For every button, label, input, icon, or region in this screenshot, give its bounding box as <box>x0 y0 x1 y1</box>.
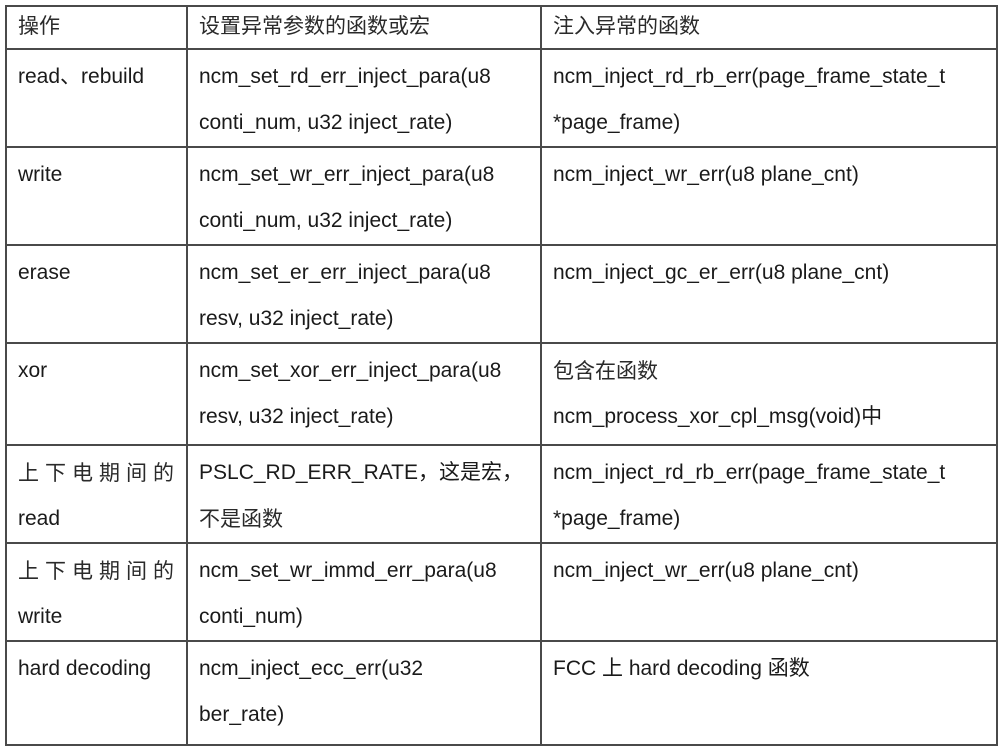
cell-text: conti_num, u32 inject_rate) <box>199 209 453 232</box>
cell-text: ber_rate) <box>199 703 285 726</box>
cell-set-param: ncm_set_xor_err_inject_para(u8 resv, u32… <box>186 342 542 446</box>
cell-text: 不是函数 <box>199 507 283 531</box>
table-row: 上下电期间的 write ncm_set_wr_immd_err_para(u8… <box>5 542 998 642</box>
cell-inject: ncm_inject_wr_err(u8 plane_cnt) <box>540 542 998 642</box>
header-text: 注入异常的函数 <box>553 14 700 38</box>
cell-text: ncm_set_er_err_inject_para(u8 <box>199 261 491 284</box>
cell-text: 包含在函数 <box>553 359 658 383</box>
header-text: 设置异常参数的函数或宏 <box>199 14 430 38</box>
cell-text: ncm_process_xor_cpl_msg(void)中 <box>553 405 883 428</box>
cell-text: ncm_inject_rd_rb_err(page_frame_state_t <box>553 65 946 88</box>
cell-operation: read、rebuild <box>5 48 188 148</box>
cell-text: read、rebuild <box>18 65 145 88</box>
cell-text: write <box>18 605 63 628</box>
cell-inject: ncm_inject_rd_rb_err(page_frame_state_t … <box>540 48 998 148</box>
cell-text: conti_num) <box>199 605 303 628</box>
cell-operation: hard decoding <box>5 640 188 746</box>
cell-text: ncm_set_xor_err_inject_para(u8 <box>199 359 502 382</box>
cell-text: write <box>18 163 63 186</box>
cell-inject: FCC 上 hard decoding 函数 <box>540 640 998 746</box>
cell-text: ncm_set_wr_err_inject_para(u8 <box>199 163 495 186</box>
cell-set-param: ncm_inject_ecc_err(u32 ber_rate) <box>186 640 542 746</box>
cell-text: *page_frame) <box>553 507 681 530</box>
cell-text: resv, u32 inject_rate) <box>199 307 394 330</box>
cell-text: resv, u32 inject_rate) <box>199 405 394 428</box>
cell-operation: write <box>5 146 188 246</box>
cell-inject: ncm_inject_wr_err(u8 plane_cnt) <box>540 146 998 246</box>
cell-inject: ncm_inject_rd_rb_err(page_frame_state_t … <box>540 444 998 544</box>
cell-text: ncm_inject_wr_err(u8 plane_cnt) <box>553 559 859 582</box>
cell-text: 上下电期间的 <box>18 559 180 583</box>
cell-text: ncm_set_wr_immd_err_para(u8 <box>199 559 497 582</box>
table-row: hard decoding ncm_inject_ecc_err(u32 ber… <box>5 640 998 746</box>
cell-set-param: ncm_set_wr_err_inject_para(u8 conti_num,… <box>186 146 542 246</box>
header-cell-inject: 注入异常的函数 <box>540 5 998 50</box>
cell-set-param: ncm_set_wr_immd_err_para(u8 conti_num) <box>186 542 542 642</box>
cell-text: ncm_inject_wr_err(u8 plane_cnt) <box>553 163 859 186</box>
cell-text: PSLC_RD_ERR_RATE，这是宏， <box>199 461 524 484</box>
cell-text: xor <box>18 359 48 382</box>
cell-set-param: PSLC_RD_ERR_RATE，这是宏， 不是函数 <box>186 444 542 544</box>
header-text: 操作 <box>18 14 60 38</box>
cell-text: ncm_inject_gc_er_err(u8 plane_cnt) <box>553 261 890 284</box>
cell-text: erase <box>18 261 71 284</box>
cell-set-param: ncm_set_rd_err_inject_para(u8 conti_num,… <box>186 48 542 148</box>
error-injection-table: 操作 设置异常参数的函数或宏 注入异常的函数 read、rebuild ncm_… <box>5 5 998 746</box>
table-row: write ncm_set_wr_err_inject_para(u8 cont… <box>5 146 998 246</box>
cell-text: *page_frame) <box>553 111 681 134</box>
cell-text: hard decoding <box>18 657 152 680</box>
cell-text: FCC 上 hard decoding 函数 <box>553 657 810 680</box>
header-cell-set-param: 设置异常参数的函数或宏 <box>186 5 542 50</box>
cell-inject: 包含在函数 ncm_process_xor_cpl_msg(void)中 <box>540 342 998 446</box>
table-row: read、rebuild ncm_set_rd_err_inject_para(… <box>5 48 998 148</box>
table-row: erase ncm_set_er_err_inject_para(u8 resv… <box>5 244 998 344</box>
cell-text: ncm_inject_ecc_err(u32 <box>199 657 424 680</box>
cell-text: read <box>18 507 61 530</box>
cell-operation: 上下电期间的 write <box>5 542 188 642</box>
cell-text: conti_num, u32 inject_rate) <box>199 111 453 134</box>
cell-text: ncm_inject_rd_rb_err(page_frame_state_t <box>553 461 946 484</box>
cell-inject: ncm_inject_gc_er_err(u8 plane_cnt) <box>540 244 998 344</box>
cell-operation: xor <box>5 342 188 446</box>
table-header-row: 操作 设置异常参数的函数或宏 注入异常的函数 <box>5 5 998 50</box>
cell-operation: erase <box>5 244 188 344</box>
cell-text: ncm_set_rd_err_inject_para(u8 <box>199 65 491 88</box>
table-row: 上下电期间的 read PSLC_RD_ERR_RATE，这是宏， 不是函数 n… <box>5 444 998 544</box>
cell-set-param: ncm_set_er_err_inject_para(u8 resv, u32 … <box>186 244 542 344</box>
cell-text: 上下电期间的 <box>18 461 180 485</box>
cell-operation: 上下电期间的 read <box>5 444 188 544</box>
table-row: xor ncm_set_xor_err_inject_para(u8 resv,… <box>5 342 998 446</box>
header-cell-operation: 操作 <box>5 5 188 50</box>
